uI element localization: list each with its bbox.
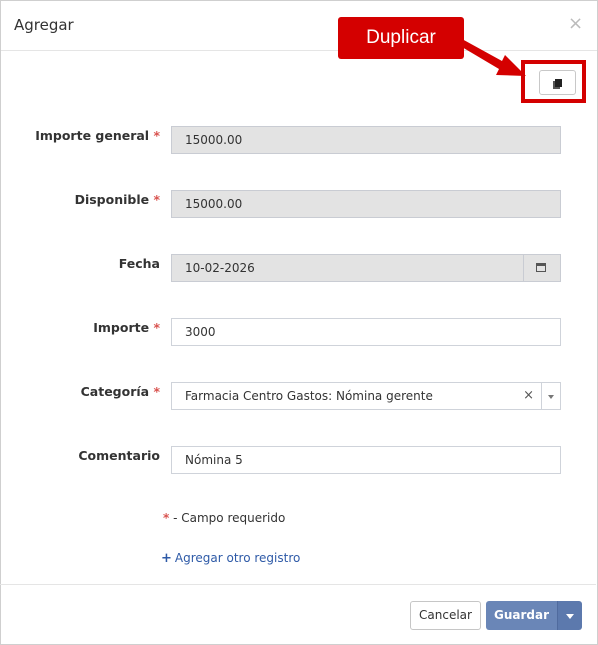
comentario-label: Comentario (78, 448, 160, 463)
importe-general-field[interactable]: 15000.00 (171, 126, 561, 154)
fecha-value: 10-02-2026 (185, 261, 255, 275)
add-link-label: Agregar otro registro (174, 551, 301, 565)
importe-label: Importe * (93, 320, 160, 335)
disponible-field[interactable]: 15000.00 (171, 190, 561, 218)
categoria-select[interactable]: Farmacia Centro Gastos: Nómina gerente × (171, 382, 561, 410)
comentario-input[interactable]: Nómina 5 (171, 446, 561, 474)
dialog-title: Agregar (14, 16, 74, 34)
clear-icon[interactable]: × (523, 383, 534, 409)
categoria-label: Categoría * (80, 384, 160, 399)
plus-icon: + (161, 551, 172, 566)
categoria-value: Farmacia Centro Gastos: Nómina gerente (185, 389, 433, 403)
required-note-text: - Campo requerido (173, 511, 286, 525)
duplicate-button[interactable] (539, 70, 576, 95)
calendar-button[interactable] (523, 255, 560, 281)
required-note: * - Campo requerido (163, 511, 285, 525)
chevron-down-icon[interactable] (541, 383, 560, 409)
save-button[interactable]: Guardar (486, 601, 557, 630)
calendar-icon (536, 263, 546, 272)
save-options-chevron-icon[interactable] (557, 601, 582, 630)
importe-input[interactable]: 3000 (171, 318, 561, 346)
disponible-label: Disponible * (74, 192, 160, 207)
required-mark: * (163, 511, 170, 525)
importe-general-label: Importe general * (35, 128, 160, 143)
add-another-record-link[interactable]: + Agregar otro registro (161, 551, 300, 566)
duplicate-icon (555, 79, 562, 87)
close-icon[interactable]: × (568, 13, 583, 34)
fecha-label: Fecha (118, 256, 160, 271)
cancel-button[interactable]: Cancelar (410, 601, 481, 630)
fecha-field[interactable]: 10-02-2026 (171, 254, 561, 282)
